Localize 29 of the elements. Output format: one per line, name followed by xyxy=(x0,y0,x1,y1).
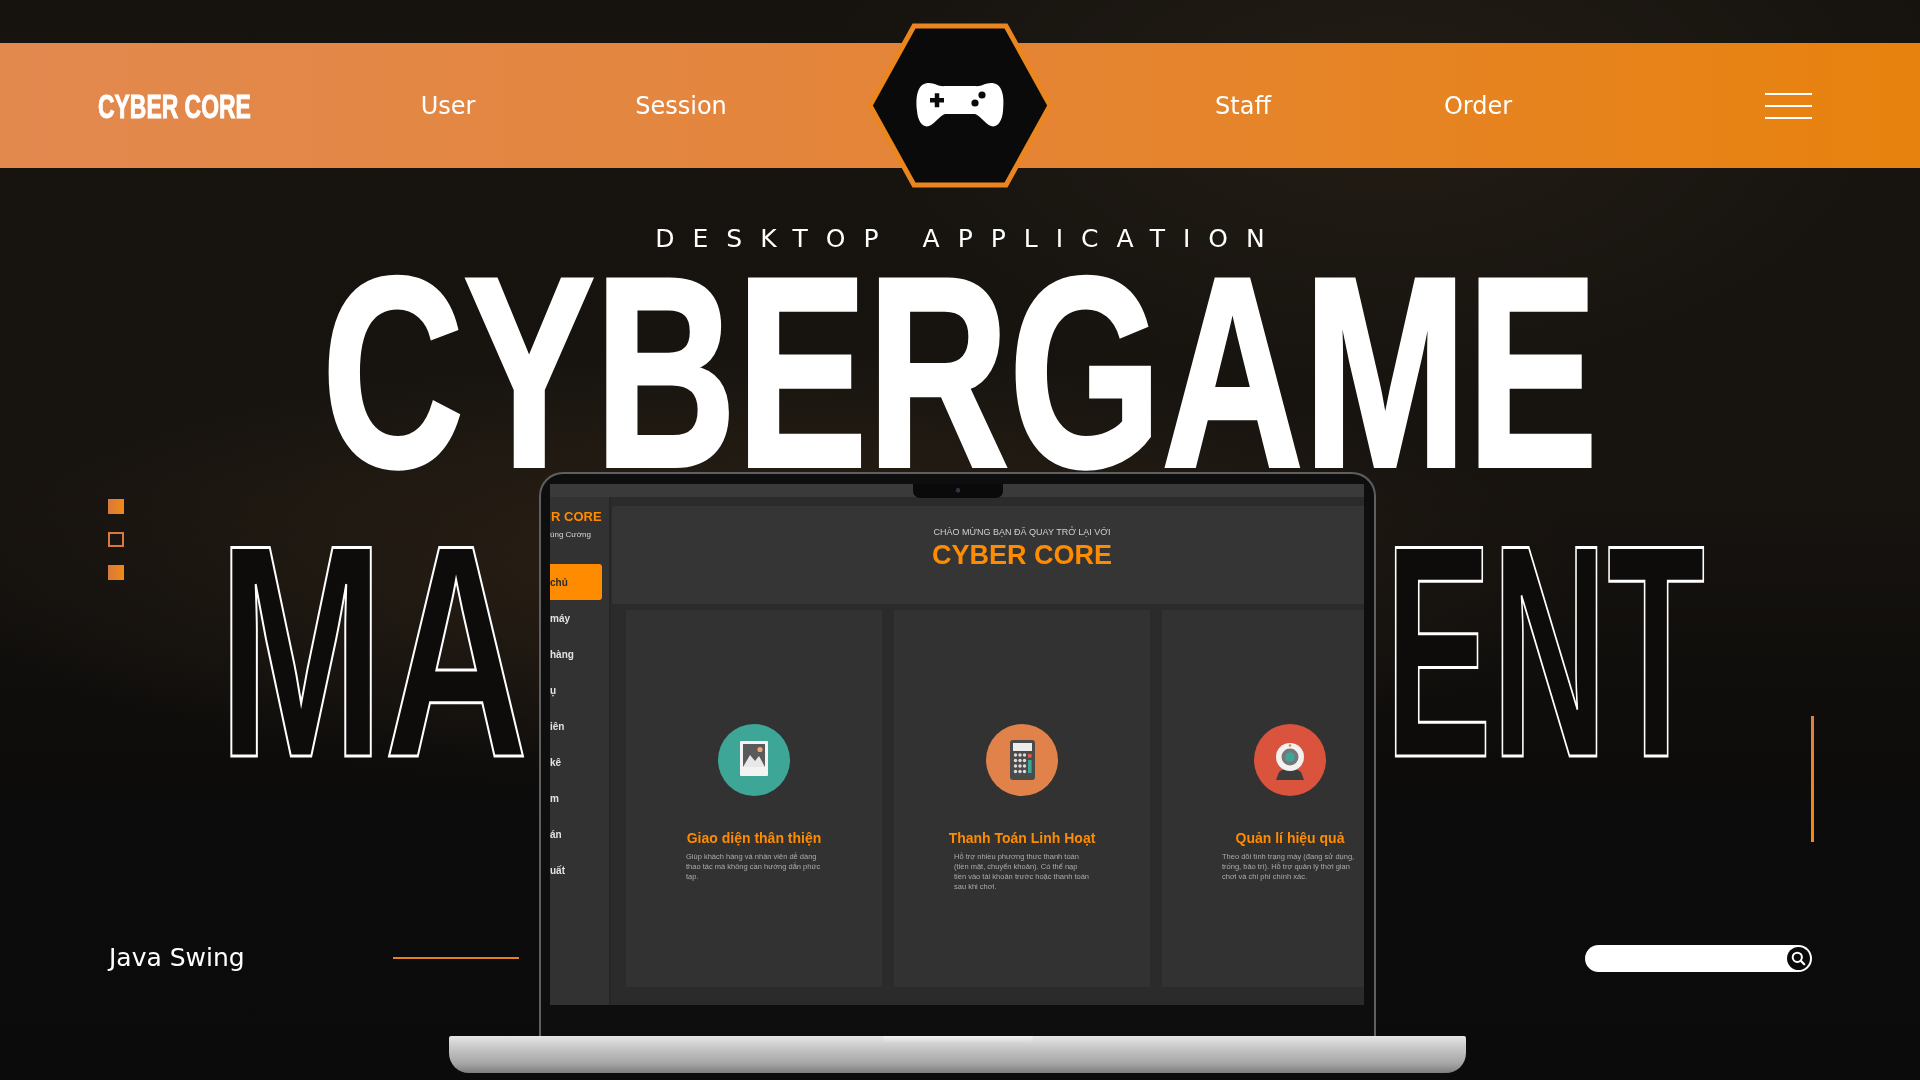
search-icon[interactable] xyxy=(1787,946,1810,970)
app-brand: R CORE xyxy=(550,509,603,525)
sidebar-menu-item[interactable]: hàng xyxy=(550,636,602,672)
sidebar-menu-item[interactable]: chủ xyxy=(550,564,602,600)
menu-icon[interactable] xyxy=(1765,92,1812,119)
feature-title: Quản lí hiệu quả xyxy=(1235,830,1345,846)
sidebar-menu-item[interactable]: máy xyxy=(550,600,602,636)
caption-text: Java Swing xyxy=(109,943,245,973)
sidebar-menu-item[interactable]: ụ xyxy=(550,672,602,708)
gamepad-icon xyxy=(867,23,1053,188)
feature-title: Giao diện thân thiện xyxy=(686,830,822,846)
outline-title: MA xyxy=(218,539,529,763)
subtitle: DESKTOP APPLICATION xyxy=(655,223,1283,255)
sidebar-menu-item[interactable]: m xyxy=(550,780,602,816)
sidebar-menu-item[interactable]: iên xyxy=(550,708,602,744)
webcam-icon xyxy=(1254,724,1326,796)
camera-notch-icon xyxy=(912,484,1003,498)
feature-title: Thanh Toán Linh Hoạt xyxy=(948,830,1096,846)
welcome-text: CHÀO MỪNG BẠN ĐÃ QUAY TRỞ LẠI VỚI xyxy=(933,526,1111,538)
calculator-icon xyxy=(986,724,1058,796)
sidebar-menu-item[interactable]: uất xyxy=(550,852,602,888)
sidebar-menu-item[interactable]: án xyxy=(550,816,602,852)
user-name: ùng Cường xyxy=(550,529,592,541)
hero-title: CYBERGAME xyxy=(322,272,1598,472)
sidebar-menu-item[interactable]: kê xyxy=(550,744,602,780)
search-field[interactable] xyxy=(1585,944,1812,972)
picture-icon xyxy=(718,724,790,796)
app-title: CYBER CORE xyxy=(932,540,1112,570)
outline-title: ENT xyxy=(1385,539,1705,763)
